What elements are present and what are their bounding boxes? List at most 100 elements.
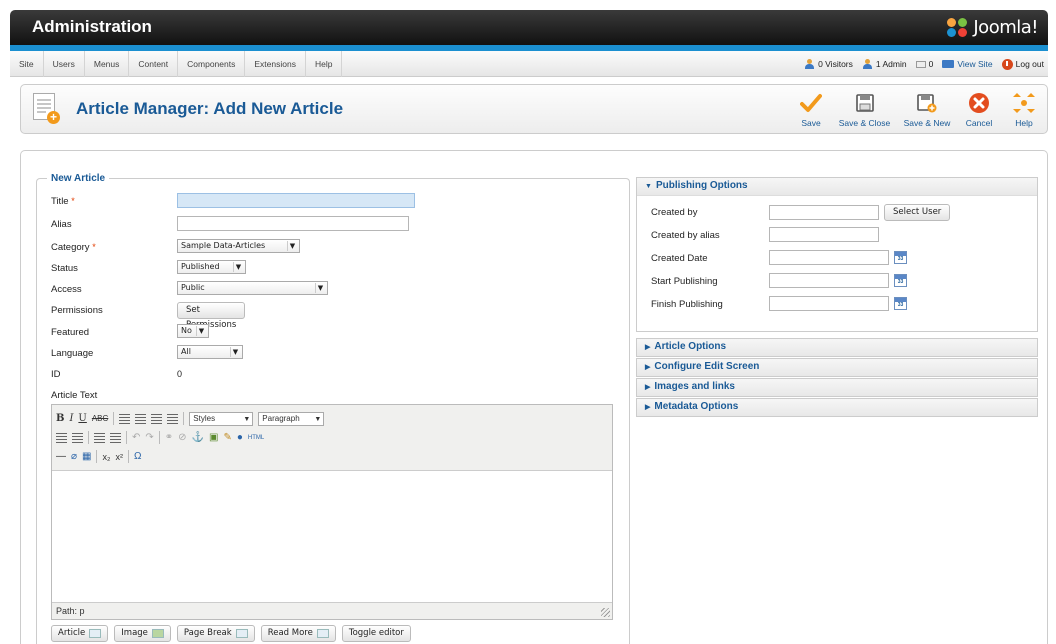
link-icon[interactable]: ⚭ bbox=[165, 432, 173, 443]
created-by-label: Created by bbox=[651, 207, 698, 218]
outdent-icon[interactable] bbox=[94, 432, 105, 443]
alias-input[interactable] bbox=[177, 216, 409, 231]
read-more-button[interactable]: Read More bbox=[260, 625, 336, 642]
bold-icon[interactable]: B bbox=[56, 413, 64, 424]
article-icon bbox=[89, 629, 102, 638]
menu-item-help[interactable]: Help bbox=[306, 51, 343, 77]
calendar-icon[interactable]: 33 bbox=[894, 274, 907, 287]
select-user-button[interactable]: Select User bbox=[884, 204, 951, 221]
visitors-count: 0 Visitors bbox=[818, 59, 853, 69]
menu-item-extensions[interactable]: Extensions bbox=[245, 51, 306, 77]
calendar-icon[interactable]: 33 bbox=[894, 251, 907, 264]
image-button[interactable]: Image bbox=[114, 625, 171, 642]
cleanup-icon[interactable]: ✎ bbox=[223, 432, 231, 443]
start-publishing-input[interactable] bbox=[769, 273, 889, 288]
messages-status[interactable]: 0 bbox=[915, 59, 934, 69]
logout-link[interactable]: Log out bbox=[1001, 58, 1044, 70]
numbered-list-icon[interactable] bbox=[72, 432, 83, 443]
joomla-logo[interactable]: Joomla! bbox=[945, 15, 1038, 39]
created-by-alias-input[interactable] bbox=[769, 227, 879, 242]
page-break-button[interactable]: Page Break bbox=[176, 625, 255, 642]
menu-item-components[interactable]: Components bbox=[178, 51, 246, 77]
created-by-input[interactable] bbox=[769, 205, 879, 220]
special-character-icon[interactable]: Ω bbox=[134, 451, 141, 462]
status-select[interactable]: Published ▼ bbox=[177, 260, 246, 274]
permissions-label: Permissions bbox=[51, 305, 103, 316]
messages-count: 0 bbox=[928, 59, 934, 69]
anchor-icon[interactable]: ⚓ bbox=[192, 432, 204, 443]
required-marker: * bbox=[71, 196, 75, 206]
remove-format-icon[interactable]: ⌀ bbox=[71, 451, 77, 462]
access-select[interactable]: Public ▼ bbox=[177, 281, 328, 295]
strikethrough-icon[interactable]: ABC bbox=[92, 414, 108, 423]
resize-grip-icon[interactable] bbox=[601, 608, 610, 617]
language-select[interactable]: All ▼ bbox=[177, 345, 243, 359]
triangle-right-icon: ▶ bbox=[645, 344, 651, 351]
align-left-icon[interactable] bbox=[119, 413, 131, 424]
start-publishing-label: Start Publishing bbox=[651, 276, 718, 287]
floppy-disk-icon bbox=[837, 91, 892, 115]
menu-item-content[interactable]: Content bbox=[129, 51, 179, 77]
toggle-editor-button[interactable]: Toggle editor bbox=[341, 625, 411, 642]
help-icon bbox=[1011, 91, 1037, 115]
configure-edit-screen-header[interactable]: ▶ Configure Edit Screen bbox=[637, 359, 1037, 376]
configure-edit-screen-panel: ▶ Configure Edit Screen bbox=[636, 358, 1038, 377]
save-button[interactable]: Save bbox=[796, 91, 826, 128]
featured-select[interactable]: No ▼ bbox=[177, 324, 209, 338]
align-justify-icon[interactable] bbox=[167, 413, 179, 424]
view-site-link[interactable]: View Site bbox=[942, 59, 993, 69]
start-publishing-row: Start Publishing 33 bbox=[651, 273, 1031, 291]
created-date-input[interactable] bbox=[769, 250, 889, 265]
align-right-icon[interactable] bbox=[151, 413, 163, 424]
italic-icon[interactable]: I bbox=[69, 413, 73, 424]
chevron-down-icon: ▼ bbox=[233, 262, 243, 272]
article-button[interactable]: Article bbox=[51, 625, 109, 642]
align-center-icon[interactable] bbox=[135, 413, 147, 424]
title-input[interactable] bbox=[177, 193, 415, 208]
insert-image-icon[interactable]: ▣ bbox=[209, 432, 218, 443]
images-and-links-header[interactable]: ▶ Images and links bbox=[637, 379, 1037, 396]
finish-publishing-input[interactable] bbox=[769, 296, 889, 311]
finish-publishing-row: Finish Publishing 33 bbox=[651, 296, 1031, 314]
category-select[interactable]: Sample Data-Articles ▼ bbox=[177, 239, 300, 253]
visual-aid-icon[interactable]: ▦ bbox=[82, 451, 91, 462]
menu-item-menus[interactable]: Menus bbox=[85, 51, 130, 77]
subscript-icon[interactable]: x₂ bbox=[102, 452, 110, 462]
underline-icon[interactable]: U bbox=[78, 413, 86, 424]
access-label: Access bbox=[51, 284, 82, 295]
save-close-button[interactable]: Save & Close bbox=[837, 91, 892, 128]
metadata-options-header[interactable]: ▶ Metadata Options bbox=[637, 399, 1037, 416]
bullet-list-icon[interactable] bbox=[56, 432, 67, 443]
indent-icon[interactable] bbox=[110, 432, 121, 443]
article-options-header[interactable]: ▶ Article Options bbox=[637, 339, 1037, 356]
alias-label: Alias bbox=[51, 219, 72, 230]
undo-icon[interactable]: ↶ bbox=[132, 432, 140, 443]
status-area: 0 Visitors 1 Admin 0 View Site Log out bbox=[804, 51, 1044, 77]
publishing-options-header[interactable]: ▼ Publishing Options bbox=[637, 178, 1037, 195]
chevron-down-icon: ▼ bbox=[314, 415, 322, 423]
menu-item-site[interactable]: Site bbox=[10, 51, 44, 77]
html-source-icon[interactable]: HTML bbox=[248, 435, 264, 441]
horizontal-rule-icon[interactable]: — bbox=[56, 451, 66, 462]
unlink-icon[interactable]: ⊘ bbox=[178, 432, 186, 443]
menu-item-users[interactable]: Users bbox=[44, 51, 85, 77]
superscript-icon[interactable]: x² bbox=[115, 452, 123, 462]
created-date-row: Created Date 33 bbox=[651, 250, 1031, 268]
styles-select[interactable]: Styles ▼ bbox=[189, 411, 254, 426]
calendar-icon[interactable]: 33 bbox=[894, 297, 907, 310]
save-new-button[interactable]: Save & New bbox=[901, 91, 953, 128]
help-button[interactable]: Help bbox=[1011, 91, 1037, 128]
created-by-alias-label: Created by alias bbox=[651, 230, 720, 241]
help-editor-icon[interactable]: ● bbox=[237, 432, 243, 443]
format-select[interactable]: Paragraph ▼ bbox=[258, 411, 325, 426]
cancel-button[interactable]: Cancel bbox=[963, 91, 995, 128]
save-close-label: Save & Close bbox=[838, 118, 891, 128]
triangle-right-icon: ▶ bbox=[645, 384, 651, 391]
status-label: Status bbox=[51, 263, 78, 274]
images-and-links-panel: ▶ Images and links bbox=[636, 378, 1038, 397]
editor-body[interactable] bbox=[52, 471, 612, 602]
set-permissions-button[interactable]: Set Permissions bbox=[177, 302, 246, 330]
redo-icon[interactable]: ↷ bbox=[145, 432, 153, 443]
created-by-row: Created by Select User bbox=[651, 204, 1031, 222]
help-label: Help bbox=[1015, 118, 1033, 128]
